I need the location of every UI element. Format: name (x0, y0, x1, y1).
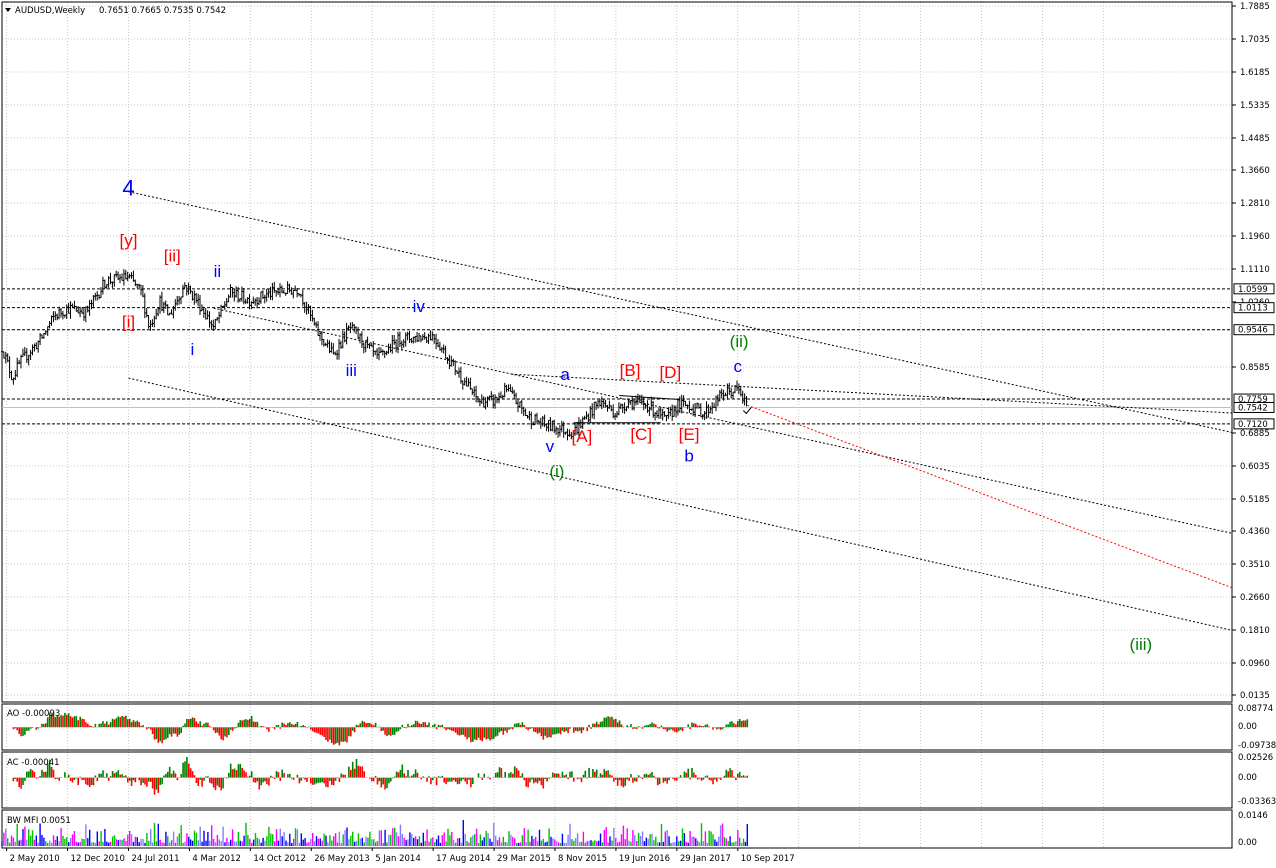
date-tick-label: 14 Oct 2012 (253, 854, 306, 864)
date-tick-label: 4 Mar 2012 (192, 854, 240, 864)
svg-text:1.0113: 1.0113 (1238, 304, 1268, 314)
date-tick-label: 26 May 2013 (314, 854, 369, 864)
wave-label[interactable]: [ii] (164, 247, 181, 266)
price-tick-label: 1.4485 (1240, 134, 1270, 144)
wave-label[interactable]: [E] (679, 425, 700, 444)
wave-label[interactable]: [B] (620, 361, 641, 380)
wave-label[interactable]: [C] (630, 425, 652, 444)
ao-scale-label: 0.08774 (1238, 704, 1273, 714)
wave-label[interactable]: v (546, 437, 555, 456)
wave-label[interactable]: [A] (572, 427, 593, 446)
price-tick-label: 0.0960 (1240, 659, 1270, 669)
chart-window[interactable]: 4 [y] [i] [ii] ii i iii iv v (i) a [A] [B] [C] [D] [E] b… (0, 0, 1276, 868)
bwmfi-label: BW MFI 0.0051 (7, 816, 71, 826)
date-tick-label: 8 Nov 2015 (558, 854, 607, 864)
price-tick-label: 0.5185 (1240, 495, 1270, 505)
wave-label[interactable]: b (684, 447, 693, 466)
wave-label[interactable]: [i] (122, 313, 135, 332)
date-tick-label: 24 Jul 2011 (131, 854, 179, 864)
wave-label[interactable]: [y] (120, 231, 138, 250)
price-level-tag[interactable]: 0.7542 (1233, 401, 1275, 413)
ac-scale-label: 0.00 (1238, 773, 1257, 783)
price-level-tag[interactable]: 1.0113 (1233, 302, 1275, 314)
price-tick-label: 0.6035 (1240, 462, 1270, 472)
svg-text:1.0599: 1.0599 (1238, 285, 1268, 295)
date-tick-label: 10 Sep 2017 (741, 854, 795, 864)
price-tick-label: 0.2660 (1240, 593, 1270, 603)
wave-label[interactable]: iii (346, 361, 357, 380)
symbol-label: AUDUSD,Weekly (15, 6, 85, 16)
wave-label[interactable]: (i) (549, 462, 564, 481)
svg-text:0.9546: 0.9546 (1238, 326, 1268, 336)
bwmfi-scale-label: 0.0146 (1238, 811, 1268, 821)
chart-header: AUDUSD,Weekly 0.7651 0.7665 0.7535 0.754… (5, 6, 226, 16)
wave-label[interactable]: c (734, 357, 743, 376)
price-tick-label: 0.0135 (1240, 691, 1270, 701)
chart-canvas[interactable]: 4[y][i][ii]iiiiiiivv(i)a[A][B][C][D][E]b… (0, 0, 1276, 868)
wave-label[interactable]: iv (413, 297, 426, 316)
price-tick-label: 1.5335 (1240, 101, 1270, 111)
date-tick-label: 2 May 2010 (10, 854, 60, 864)
ohlc-values: 0.7651 0.7665 0.7535 0.7542 (99, 6, 226, 16)
price-tick-label: 0.6885 (1240, 429, 1270, 439)
date-tick-label: 12 Dec 2010 (71, 854, 125, 864)
wave-label[interactable]: 4 (122, 176, 134, 201)
price-tick-label: 0.8585 (1240, 363, 1270, 373)
wave-label[interactable]: a (560, 365, 570, 384)
ao-label: AO -0.00093 (7, 709, 60, 719)
date-tick-label: 5 Jan 2014 (375, 854, 421, 864)
ac-scale-label: -0.03363 (1238, 797, 1276, 807)
wave-label[interactable]: (iii) (1130, 635, 1153, 654)
price-tick-label: 0.4360 (1240, 527, 1270, 537)
price-level-tag[interactable]: 0.9546 (1233, 324, 1275, 336)
price-tick-label: 1.7885 (1240, 2, 1270, 12)
price-tick-label: 1.1110 (1240, 265, 1270, 275)
price-tick-label: 1.2810 (1240, 199, 1270, 209)
date-tick-label: 29 Jan 2017 (680, 854, 731, 864)
price-tick-label: 1.6185 (1240, 68, 1270, 78)
date-tick-label: 17 Aug 2014 (436, 854, 490, 864)
date-tick-label: 29 Mar 2015 (497, 854, 551, 864)
svg-text:0.7120: 0.7120 (1238, 420, 1268, 430)
price-tick-label: 1.7035 (1240, 35, 1270, 45)
svg-text:0.7542: 0.7542 (1238, 403, 1268, 413)
ac-label: AC -0.00041 (7, 758, 60, 768)
price-tick-label: 1.1960 (1240, 232, 1270, 242)
price-level-tag[interactable]: 0.7120 (1233, 418, 1275, 430)
wave-label[interactable]: (ii) (730, 332, 749, 351)
ac-scale-label: 0.02526 (1238, 753, 1273, 763)
bwmfi-scale-label: 0.00 (1238, 838, 1257, 848)
ao-scale-label: 0.00 (1238, 722, 1257, 732)
price-tick-label: 0.3510 (1240, 560, 1270, 570)
price-level-tag[interactable]: 1.0599 (1233, 283, 1275, 295)
wave-label[interactable]: [D] (659, 363, 681, 382)
price-tick-label: 0.1810 (1240, 626, 1270, 636)
price-tick-label: 1.3660 (1240, 166, 1270, 176)
ao-scale-label: -0.09738 (1238, 741, 1276, 751)
wave-label[interactable]: ii (214, 262, 222, 281)
wave-label[interactable]: i (191, 340, 195, 359)
date-tick-label: 19 Jun 2016 (619, 854, 670, 864)
